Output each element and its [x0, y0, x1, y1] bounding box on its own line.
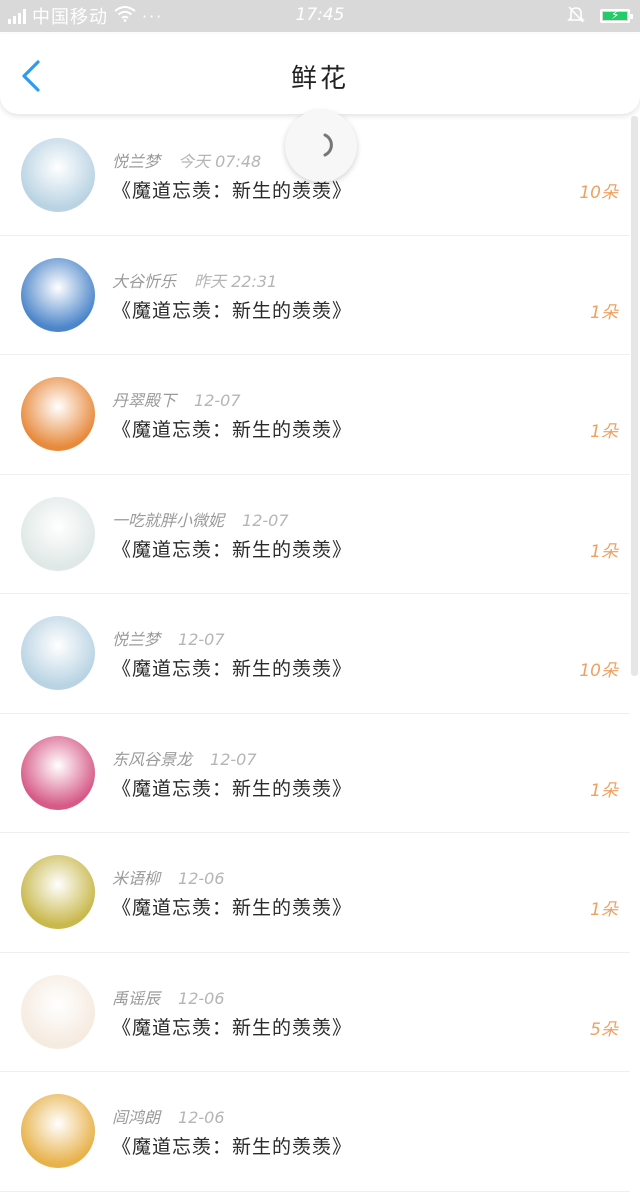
book-title: 《魔道忘羡：新生的羡羡》 [112, 538, 353, 561]
avatar[interactable] [21, 1094, 95, 1168]
refresh-spinner [285, 110, 357, 182]
item-time: 12-06 [178, 869, 225, 888]
item-meta: 一吃就胖小微妮 12-07 [112, 507, 289, 531]
avatar[interactable] [21, 377, 95, 451]
list-item[interactable]: 闾鸿朗 12-06 《魔道忘羡：新生的羡羡》 [0, 1072, 630, 1192]
loading-icon [323, 133, 333, 157]
avatar[interactable] [21, 257, 95, 332]
book-title: 《魔道忘羡：新生的羡羡》 [112, 1136, 353, 1158]
item-meta: 悦兰梦 12-07 [112, 626, 225, 650]
item-time: 12-07 [210, 749, 257, 769]
status-right: ⚡ [566, 0, 633, 32]
avatar[interactable] [21, 138, 95, 212]
flower-list: 悦兰梦 今天 07:48 《魔道忘羡：新生的羡羡》 10朵 大谷忻乐 昨天 22:31 《魔… [0, 116, 630, 1192]
battery-icon: ⚡ [600, 8, 633, 23]
user-name: 禹谣辰 [112, 988, 161, 1008]
book-title: 《魔道忘羡：新生的羡羡》 [112, 777, 353, 800]
flower-count: 10朵 [579, 661, 618, 681]
item-time: 12-07 [242, 510, 289, 530]
user-name: 悦兰梦 [112, 630, 161, 649]
flower-count: 10朵 [579, 183, 618, 203]
user-name: 丹翠殿下 [112, 391, 177, 410]
avatar[interactable] [21, 735, 95, 810]
item-time: 12-06 [178, 1108, 225, 1127]
flower-count: 1朵 [590, 541, 618, 562]
navigation-header: 鲜花 [0, 34, 640, 114]
list-item[interactable]: 悦兰梦 12-07 《魔道忘羡：新生的羡羡》 10朵 [0, 594, 630, 714]
list-item[interactable]: 丹翠殿下 12-07 《魔道忘羡：新生的羡羡》 1朵 [0, 355, 630, 475]
list-item[interactable]: 东风谷景龙 12-07 《魔道忘羡：新生的羡羡》 1朵 [0, 714, 630, 833]
item-meta: 米语柳 12-06 [112, 865, 225, 889]
user-name: 一吃就胖小微妮 [112, 510, 225, 530]
list-item[interactable]: 米语柳 12-06 《魔道忘羡：新生的羡羡》 1朵 [0, 833, 630, 953]
item-time: 12-07 [194, 391, 241, 410]
item-time: 昨天 22:31 [194, 271, 278, 291]
flower-count: 5朵 [590, 1019, 618, 1040]
mute-bell-icon [566, 4, 586, 29]
book-title: 《魔道忘羡：新生的羡羡》 [112, 1016, 353, 1039]
status-bar: 中国移动 ··· 17:45 ⚡ [0, 0, 640, 32]
user-name: 悦兰梦 [112, 152, 161, 171]
avatar[interactable] [21, 496, 95, 571]
flower-count: 1朵 [590, 302, 618, 323]
item-meta: 闾鸿朗 12-06 [112, 1104, 225, 1128]
flower-count: 1朵 [590, 780, 618, 801]
list-item[interactable]: 一吃就胖小微妮 12-07 《魔道忘羡：新生的羡羡》 1朵 [0, 475, 630, 594]
item-meta: 东风谷景龙 12-07 [112, 746, 257, 770]
avatar[interactable] [21, 974, 95, 1049]
flower-count: 1朵 [590, 422, 618, 442]
flower-count: 1朵 [590, 900, 618, 920]
list-item[interactable]: 禹谣辰 12-06 《魔道忘羡：新生的羡羡》 5朵 [0, 953, 630, 1072]
item-time: 今天 07:48 [178, 152, 262, 171]
book-title: 《魔道忘羡：新生的羡羡》 [112, 299, 353, 322]
book-title: 《魔道忘羡：新生的羡羡》 [112, 897, 353, 919]
item-time: 12-06 [178, 988, 225, 1008]
user-name: 东风谷景龙 [112, 749, 193, 769]
item-meta: 丹翠殿下 12-07 [112, 387, 241, 411]
book-title: 《魔道忘羡：新生的羡羡》 [112, 658, 353, 680]
list-item[interactable]: 大谷忻乐 昨天 22:31 《魔道忘羡：新生的羡羡》 1朵 [0, 236, 630, 355]
avatar[interactable] [21, 855, 95, 929]
page-title: 鲜花 [290, 64, 349, 94]
avatar[interactable] [21, 616, 95, 690]
item-meta: 悦兰梦 今天 07:48 [112, 148, 261, 172]
user-name: 大谷忻乐 [112, 271, 177, 291]
user-name: 米语柳 [112, 869, 161, 888]
item-time: 12-07 [178, 630, 225, 649]
user-name: 闾鸿朗 [112, 1108, 161, 1127]
scrollbar[interactable] [631, 116, 638, 676]
status-time: 17:45 [295, 5, 345, 25]
item-meta: 禹谣辰 12-06 [112, 985, 225, 1009]
item-meta: 大谷忻乐 昨天 22:31 [112, 268, 277, 292]
book-title: 《魔道忘羡：新生的羡羡》 [112, 419, 353, 441]
